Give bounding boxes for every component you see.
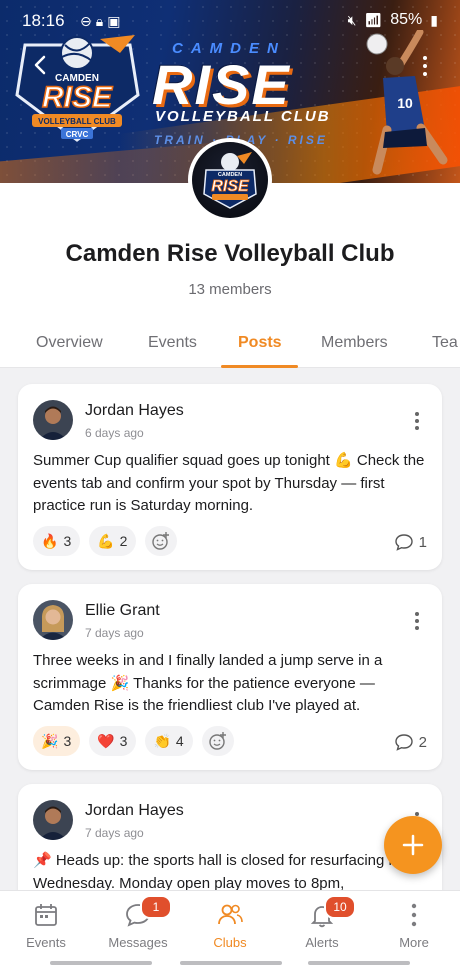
reaction-clap[interactable]: 👏 4: [145, 726, 193, 756]
avatar[interactable]: [33, 400, 73, 440]
battery-icon: ▮: [430, 11, 438, 28]
alerts-badge: 10: [324, 895, 356, 919]
dnd-icon: ⊖: [80, 13, 96, 29]
badge-sub-text: VOLLEYBALL CLUB: [38, 117, 116, 126]
reaction-bar: 🔥 3 💪 2: [33, 526, 178, 556]
post-body: Three weeks in and I finally landed a ju…: [33, 652, 383, 714]
heart-emoji-icon: ❤️: [97, 732, 115, 749]
add-reaction-button[interactable]: [145, 526, 178, 556]
tab-events[interactable]: Events: [148, 334, 197, 352]
nav-more[interactable]: More: [368, 901, 460, 950]
nav-label: Events: [26, 935, 66, 950]
messages-badge: 1: [140, 895, 172, 919]
more-vertical-icon: [411, 903, 417, 927]
post-more-icon[interactable]: [414, 412, 420, 430]
wifi-icon: 📶︎: [364, 11, 383, 28]
back-arrow-icon[interactable]: [30, 54, 52, 76]
create-post-button[interactable]: [384, 816, 442, 874]
post-author[interactable]: Jordan Hayes: [85, 802, 184, 820]
comment-icon: [394, 734, 413, 751]
nav-label: Alerts: [305, 935, 339, 950]
battery-level: 85%: [390, 11, 423, 28]
reaction-count: 3: [63, 533, 72, 549]
post-body: 📌 Heads up: the sports hall is closed fo…: [33, 852, 417, 892]
nav-events[interactable]: Events: [0, 901, 92, 950]
nav-label: Messages: [108, 935, 168, 950]
comment-button[interactable]: 2: [394, 732, 427, 752]
tab-posts[interactable]: Posts: [238, 334, 282, 352]
club-avatar: CAMDEN RISE: [188, 138, 272, 222]
nav-messages[interactable]: 1 Messages: [92, 895, 184, 950]
fire-emoji-icon: 🔥: [41, 532, 59, 549]
nav-clubs[interactable]: Clubs: [184, 901, 276, 950]
header-more-icon[interactable]: [420, 56, 430, 78]
party-emoji-icon: 🎉: [41, 732, 59, 749]
post-body: Summer Cup qualifier squad goes up tonig…: [33, 452, 425, 514]
add-reaction-icon: [152, 532, 170, 550]
status-time: 18:16: [22, 11, 65, 30]
add-reaction-icon: [209, 732, 226, 750]
player-illustration: 10: [366, 30, 448, 175]
tab-teams[interactable]: Tea: [432, 334, 458, 352]
club-name: Camden Rise Volleyball Club: [65, 240, 395, 267]
mute-icon: 🔇︎: [347, 11, 357, 28]
post-card[interactable]: Ellie Grant 7 days ago Three weeks in an…: [18, 584, 442, 770]
reaction-count: 3: [63, 733, 72, 749]
gesture-bar: [308, 961, 410, 965]
bottom-navigation: Events 1 Messages Clubs 10 Alerts More: [0, 890, 460, 972]
nav-label: Clubs: [213, 935, 247, 950]
comment-count: 2: [418, 733, 427, 751]
tab-overview[interactable]: Overview: [36, 334, 103, 352]
plus-icon: [402, 834, 424, 856]
image-icon: ▣: [107, 13, 125, 29]
badge-code-text: CRVC: [66, 130, 89, 139]
club-logo-badge: CAMDEN RISE VOLLEYBALL CLUB CRVC: [15, 35, 140, 142]
avatar[interactable]: [33, 800, 73, 840]
reaction-count: 4: [175, 733, 184, 749]
post-timestamp: 7 days ago: [85, 626, 144, 640]
reaction-heart[interactable]: ❤️ 3: [89, 726, 137, 756]
reaction-count: 3: [119, 733, 128, 749]
reaction-muscle[interactable]: 💪 2: [89, 526, 137, 556]
club-tabs: Overview Events Posts Members Tea: [0, 322, 460, 368]
add-reaction-button[interactable]: [201, 726, 234, 756]
player-number: 10: [397, 95, 413, 111]
status-right-icons: 🔇︎ 📶︎ 85% ▮: [348, 11, 438, 29]
clap-emoji-icon: 👏: [153, 732, 171, 749]
gesture-bar: [50, 961, 152, 965]
nav-label: More: [399, 935, 429, 950]
comment-button[interactable]: 1: [394, 532, 427, 552]
badge-main-text: RISE: [42, 81, 113, 114]
post-author[interactable]: Jordan Hayes: [85, 402, 184, 420]
comment-count: 1: [418, 533, 427, 551]
status-left-icons: ⊖🔒︎▣: [80, 13, 124, 30]
avatar-main-text: RISE: [211, 178, 250, 195]
reaction-party[interactable]: 🎉 3: [33, 726, 81, 756]
post-card[interactable]: Jordan Hayes 6 days ago Summer Cup quali…: [18, 384, 442, 570]
reaction-fire[interactable]: 🔥 3: [33, 526, 81, 556]
gesture-bar: [180, 961, 282, 965]
active-tab-indicator: [221, 365, 298, 368]
muscle-emoji-icon: 💪: [97, 532, 115, 549]
post-timestamp: 7 days ago: [85, 826, 144, 840]
banner-subtitle: VOLLEYBALL CLUB: [155, 108, 331, 125]
reaction-count: 2: [119, 533, 128, 549]
club-avatar-logo: CAMDEN RISE: [203, 152, 257, 209]
tab-members[interactable]: Members: [321, 334, 388, 352]
status-bar: 18:16 ⊖🔒︎▣ 🔇︎ 📶︎ 85% ▮: [0, 0, 460, 40]
post-author[interactable]: Ellie Grant: [85, 602, 160, 620]
lock-icon: 🔒︎: [95, 13, 108, 29]
calendar-icon: [35, 904, 57, 926]
avatar[interactable]: [33, 600, 73, 640]
member-count[interactable]: 13 members: [0, 281, 460, 298]
reaction-bar: 🎉 3 ❤️ 3 👏 4: [33, 726, 234, 756]
post-timestamp: 6 days ago: [85, 426, 144, 440]
post-more-icon[interactable]: [414, 612, 420, 630]
people-icon: [218, 904, 243, 925]
comment-icon: [394, 534, 413, 551]
nav-alerts[interactable]: 10 Alerts: [276, 895, 368, 950]
